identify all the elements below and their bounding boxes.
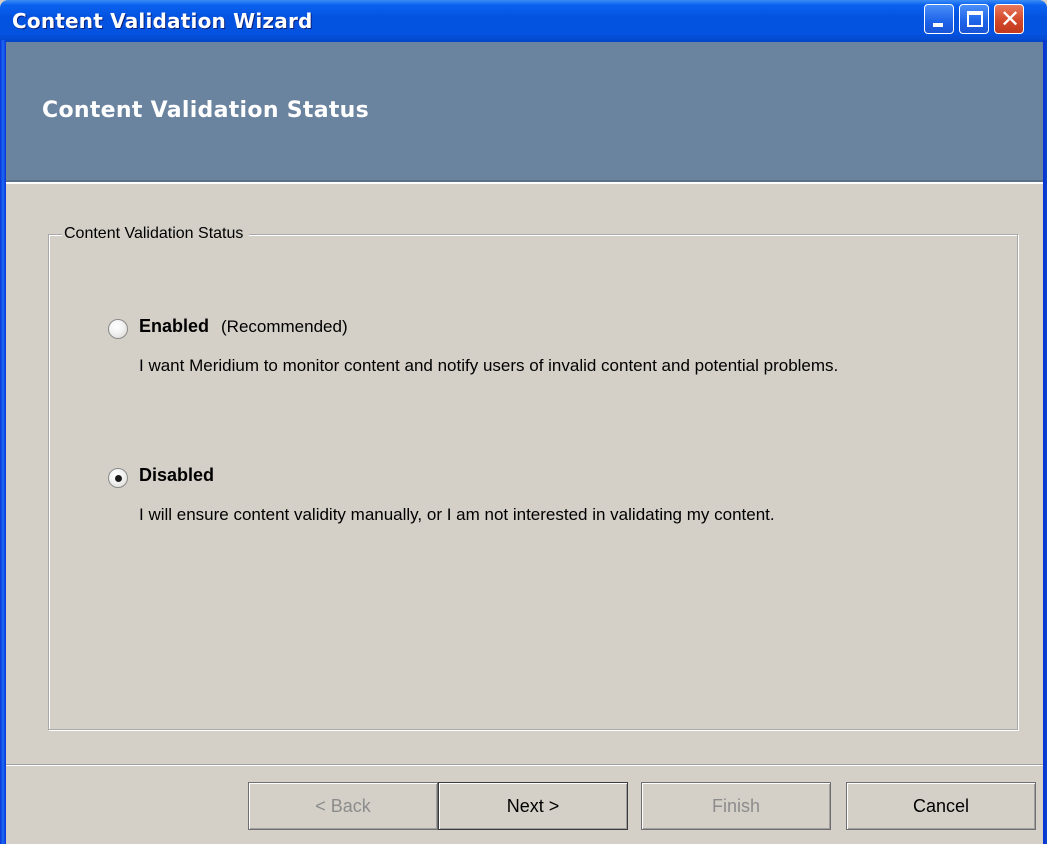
window-frame-right — [1043, 40, 1047, 844]
maximize-icon — [967, 11, 983, 27]
maximize-button[interactable] — [959, 4, 989, 34]
window-frame-left — [0, 40, 6, 844]
cancel-button[interactable]: Cancel — [846, 782, 1036, 830]
close-icon: ✕ — [999, 5, 1021, 33]
recommended-note: (Recommended) — [221, 317, 348, 336]
finish-button[interactable]: Finish — [641, 782, 831, 830]
disabled-label: Disabled — [139, 465, 215, 485]
disabled-radio[interactable] — [108, 468, 128, 488]
enabled-label: Enabled — [139, 316, 210, 336]
minimize-icon — [933, 23, 943, 27]
page-title: Content Validation Status — [42, 98, 370, 123]
next-button[interactable]: Next > — [438, 782, 628, 830]
groupbox-legend: Content Validation Status — [62, 225, 250, 243]
close-button[interactable]: ✕ — [994, 4, 1024, 34]
minimize-button[interactable] — [924, 4, 954, 34]
disabled-option-label[interactable]: Disabled — [139, 465, 214, 486]
disabled-description: I will ensure content validity manually,… — [139, 505, 775, 524]
wizard-window: Content Validation Wizard ✕ Content Vali… — [0, 0, 1047, 844]
enabled-option-label[interactable]: Enabled (Recommended) — [139, 316, 348, 337]
title-bar[interactable]: Content Validation Wizard ✕ — [0, 0, 1047, 42]
window-title: Content Validation Wizard — [12, 9, 313, 33]
back-button[interactable]: < Back — [248, 782, 438, 830]
enabled-radio[interactable] — [108, 319, 128, 339]
enabled-description: I want Meridium to monitor content and n… — [139, 356, 839, 375]
